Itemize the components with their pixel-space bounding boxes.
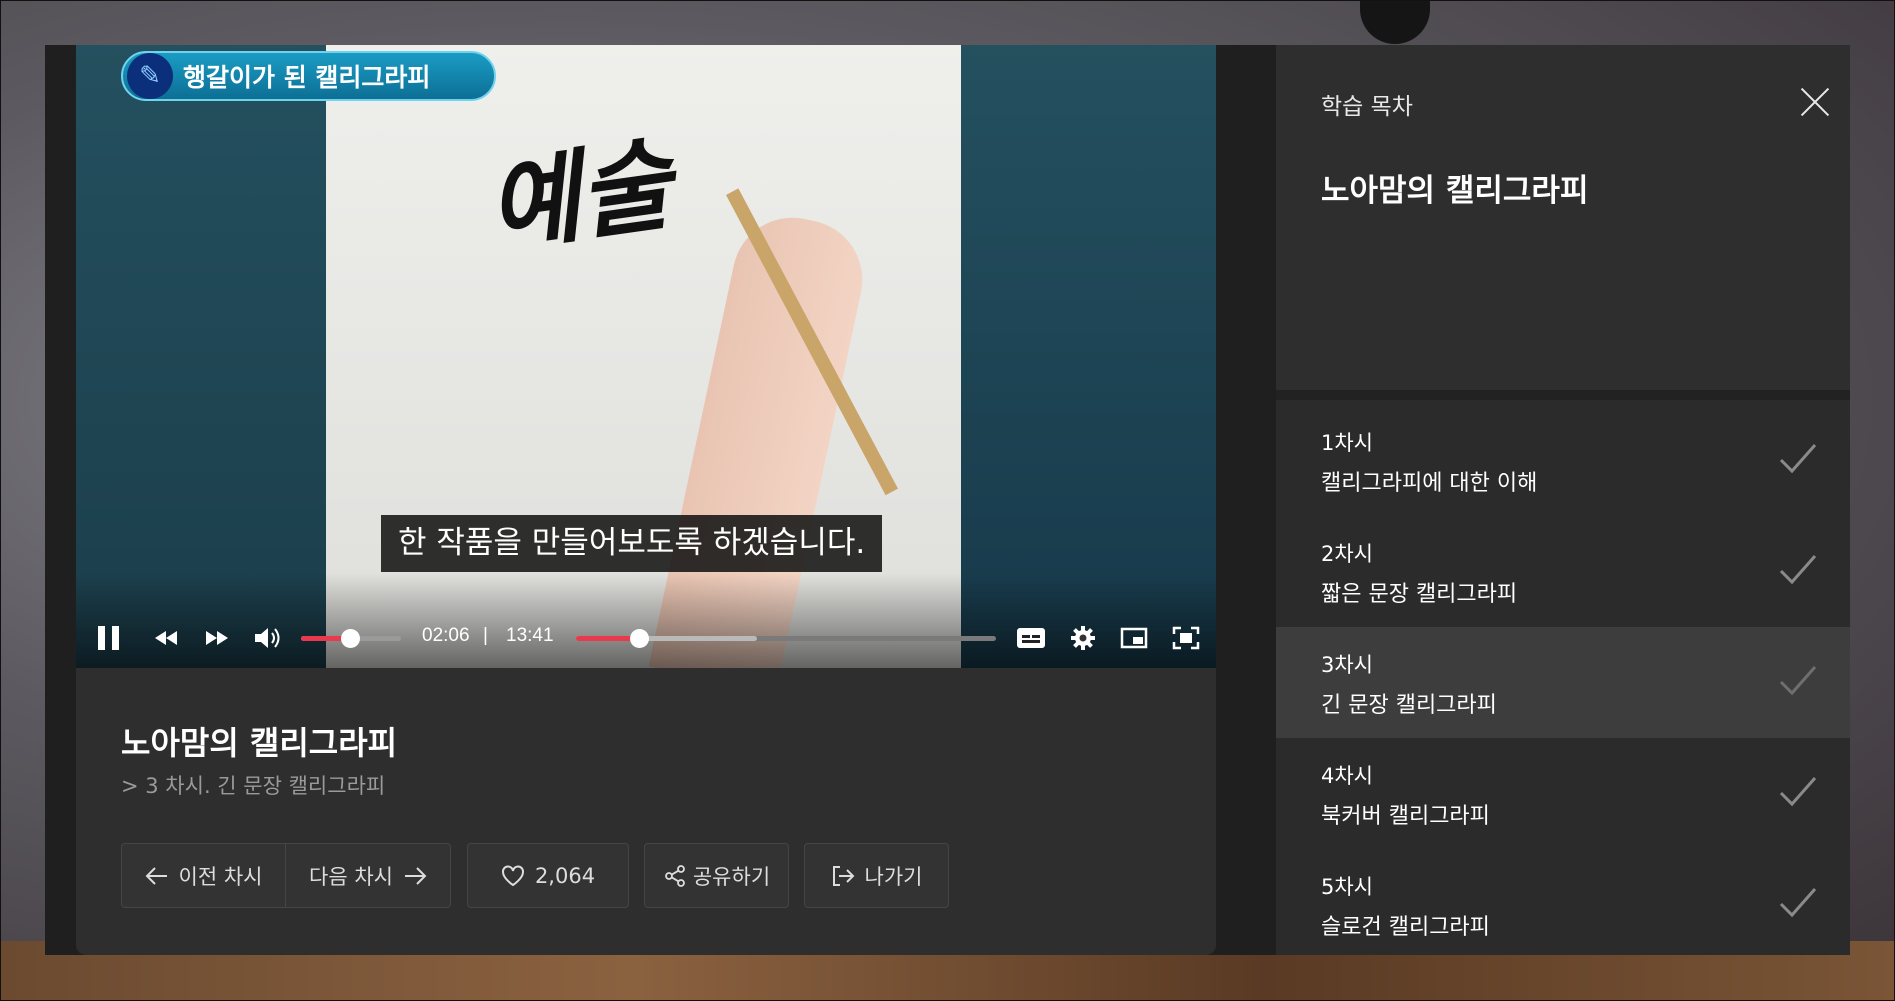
window-frame [0, 0, 1895, 1001]
